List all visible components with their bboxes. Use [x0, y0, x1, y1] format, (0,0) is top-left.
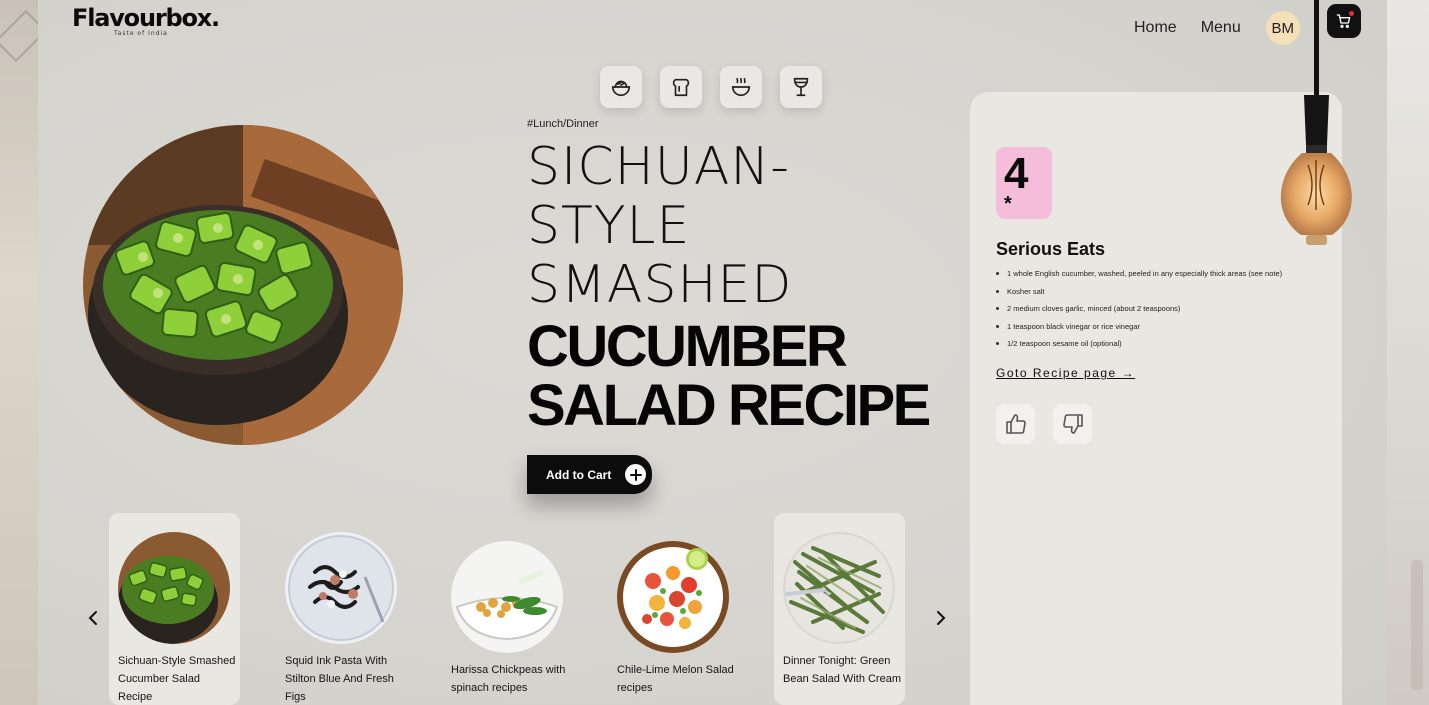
title-line: STYLE — [527, 196, 691, 256]
background-left-edge — [0, 0, 38, 705]
rating-value: 4 — [1004, 149, 1029, 198]
hanging-lamp-decoration — [1266, 0, 1366, 250]
card-dish-image — [617, 541, 729, 653]
carousel-card[interactable]: Sichuan-Style Smashed Cucumber Salad Rec… — [109, 513, 240, 705]
ingredient-item: Kosher salt — [996, 287, 1282, 305]
chevron-right-icon — [937, 611, 946, 625]
add-to-cart-label: Add to Cart — [546, 467, 612, 482]
card-dish-image — [118, 532, 230, 644]
drink-glass-icon — [793, 77, 809, 97]
ingredient-item: 1 whole English cucumber, washed, peeled… — [996, 269, 1282, 287]
card-dish-image — [285, 532, 397, 644]
title-line: SICHUAN- — [527, 137, 791, 197]
ingredient-item: 2 medium cloves garlic, minced (about 2 … — [996, 304, 1282, 322]
nav-home-link[interactable]: Home — [1134, 19, 1177, 37]
hot-soup-icon — [731, 77, 751, 96]
ingredient-list: 1 whole English cucumber, washed, peeled… — [996, 269, 1282, 357]
category-selector — [600, 66, 840, 108]
card-title: Sichuan-Style Smashed Cucumber Salad Rec… — [118, 655, 236, 703]
rating-badge: 4 * — [996, 147, 1052, 219]
category-soup-button[interactable] — [720, 66, 762, 108]
carousel-next-button[interactable] — [931, 606, 951, 630]
rice-bowl-icon — [611, 80, 631, 96]
card-dish-image — [783, 532, 895, 644]
recipe-source: Serious Eats — [996, 239, 1106, 259]
brand-name: Flavourbox. — [72, 4, 220, 32]
carousel-card[interactable]: Squid Ink Pasta With Stilton Blue And Fr… — [276, 513, 407, 705]
toast-icon — [672, 78, 690, 97]
plus-icon — [625, 464, 646, 485]
brand-logo[interactable]: Flavourbox. Taste of India — [72, 4, 220, 37]
title-line: SMASHED — [527, 255, 793, 315]
category-breakfast-button[interactable] — [660, 66, 702, 108]
category-rice-button[interactable] — [600, 66, 642, 108]
recipe-title-light: SICHUAN- STYLE SMASHED — [527, 138, 792, 315]
thumbs-down-icon — [1062, 414, 1083, 434]
carousel-prev-button[interactable] — [83, 606, 103, 630]
background-right-edge — [1387, 0, 1429, 705]
rating-star: * — [1004, 193, 1012, 215]
dislike-button[interactable] — [1053, 404, 1092, 444]
ingredient-item: 1/2 teaspoon sesame oil (optional) — [996, 339, 1282, 357]
card-title: Squid Ink Pasta With Stilton Blue And Fr… — [285, 655, 394, 703]
carousel-card[interactable]: Dinner Tonight: Green Bean Salad With Cr… — [774, 513, 905, 705]
nav-menu-link[interactable]: Menu — [1201, 19, 1241, 37]
carousel-card[interactable]: Harissa Chickpeas with spinach recipes — [442, 513, 573, 705]
goto-recipe-link[interactable]: Goto Recipe page → — [996, 366, 1135, 380]
card-title: Chile-Lime Melon Salad recipes — [617, 664, 734, 694]
card-dish-image — [451, 541, 563, 653]
like-button[interactable] — [996, 404, 1035, 444]
title-line: SALAD RECIPE — [527, 373, 931, 438]
add-to-cart-button[interactable]: Add to Cart — [527, 455, 652, 494]
thumbs-up-icon — [1005, 414, 1026, 434]
recipe-title-bold: CUCUMBER SALAD RECIPE — [527, 314, 931, 438]
title-line: CUCUMBER — [527, 314, 848, 379]
chevron-left-icon — [88, 611, 97, 625]
meal-tag: #Lunch/Dinner — [527, 118, 599, 130]
carousel-card[interactable]: Chile-Lime Melon Salad recipes — [608, 513, 739, 705]
hero-dish-image — [83, 125, 403, 445]
ingredient-item: 1 teaspoon black vinegar or rice vinegar — [996, 322, 1282, 340]
card-title: Dinner Tonight: Green Bean Salad With Cr… — [783, 655, 901, 685]
card-title: Harissa Chickpeas with spinach recipes — [451, 664, 566, 694]
category-drinks-button[interactable] — [780, 66, 822, 108]
